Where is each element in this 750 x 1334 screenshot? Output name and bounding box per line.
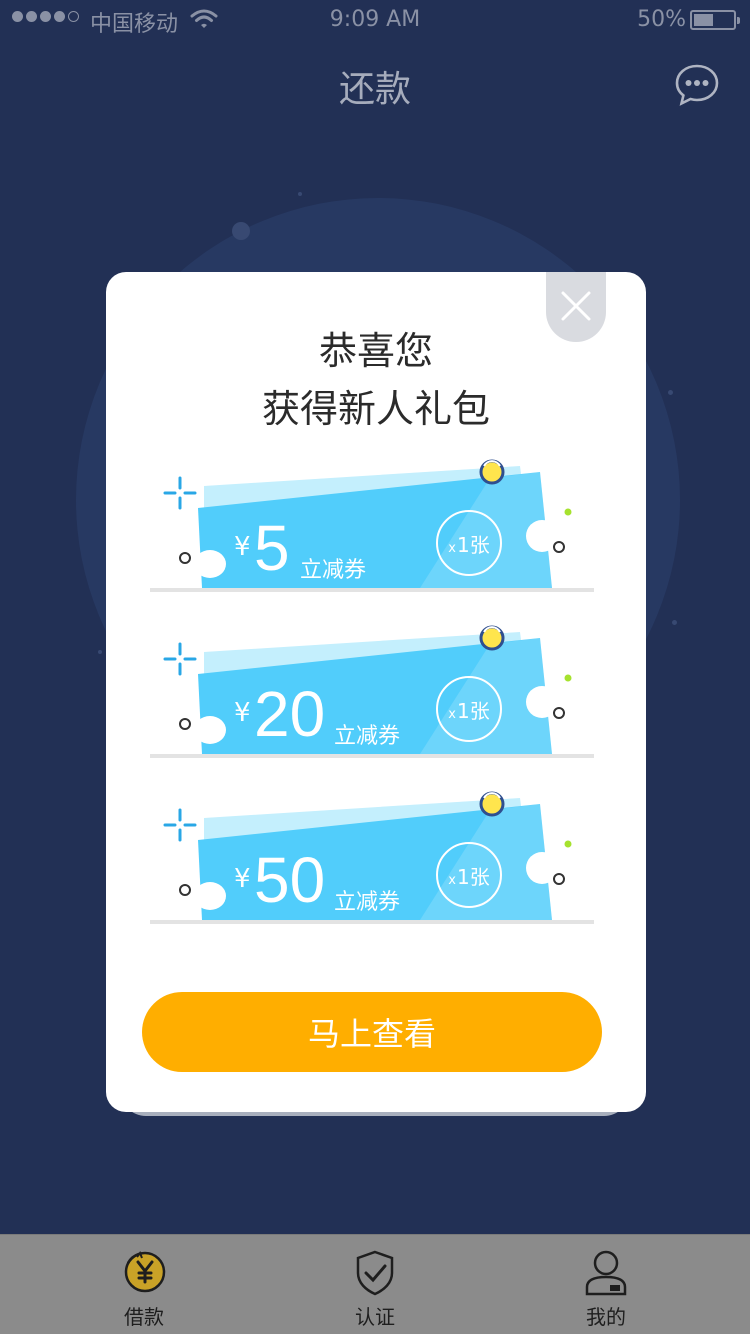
coupon-ticket-graphic (150, 625, 594, 758)
coupon-card: ¥ 50 立减券 x1张 (150, 788, 606, 948)
coupon-currency: ¥ (234, 532, 251, 562)
tab-bar: 借款 认证 我的 (0, 1234, 750, 1334)
coupon-quantity-badge: x1张 (436, 676, 502, 742)
new-user-gift-dialog: 恭喜您 获得新人礼包 ¥ 5 立减券 x1张 ¥ 20 立减券 x1张 ¥ 50… (106, 272, 646, 1112)
coupon-card: ¥ 20 立减券 x1张 (150, 622, 606, 782)
coupon-card: ¥ 5 立减券 x1张 (150, 456, 606, 616)
coupon-amount: 50 (254, 844, 326, 916)
coupon-ticket-graphic (150, 459, 594, 592)
tab-label: 认证 (355, 1305, 395, 1329)
tab-borrow[interactable]: 借款 (64, 1235, 224, 1334)
sparkle-icon (163, 476, 197, 510)
coupon-label: 立减券 (334, 724, 401, 749)
coupon-quantity-badge: x1张 (436, 510, 502, 576)
close-icon (561, 291, 591, 321)
coupon-amount: 5 (254, 512, 290, 584)
dialog-title-line-1: 恭喜您 (318, 329, 433, 373)
coupon-ticket-graphic (150, 791, 594, 924)
quantity-prefix: x (448, 872, 456, 888)
coupon-quantity-badge: x1张 (436, 842, 502, 908)
tab-label: 我的 (586, 1305, 626, 1329)
quantity-prefix: x (448, 706, 456, 722)
yen-coin-icon (124, 1250, 166, 1293)
quantity-text: 1张 (456, 532, 490, 557)
dialog-title-line-2: 获得新人礼包 (261, 387, 490, 431)
view-now-button[interactable]: 马上查看 (142, 992, 602, 1072)
tab-label: 借款 (124, 1305, 164, 1329)
coupon-label: 立减券 (334, 890, 401, 915)
quantity-text: 1张 (456, 864, 490, 889)
sparkle-icon (163, 808, 197, 842)
quantity-text: 1张 (456, 698, 490, 723)
coupon-currency: ¥ (234, 864, 251, 894)
coupon-currency: ¥ (234, 698, 251, 728)
sparkle-icon (163, 642, 197, 676)
quantity-prefix: x (448, 540, 456, 556)
tab-me[interactable]: 我的 (526, 1235, 686, 1334)
tab-verify[interactable]: 认证 (295, 1235, 455, 1334)
coupon-amount: 20 (254, 678, 326, 750)
coupon-label: 立减券 (300, 558, 367, 583)
shield-check-icon (356, 1250, 394, 1296)
user-profile-icon (585, 1250, 627, 1296)
